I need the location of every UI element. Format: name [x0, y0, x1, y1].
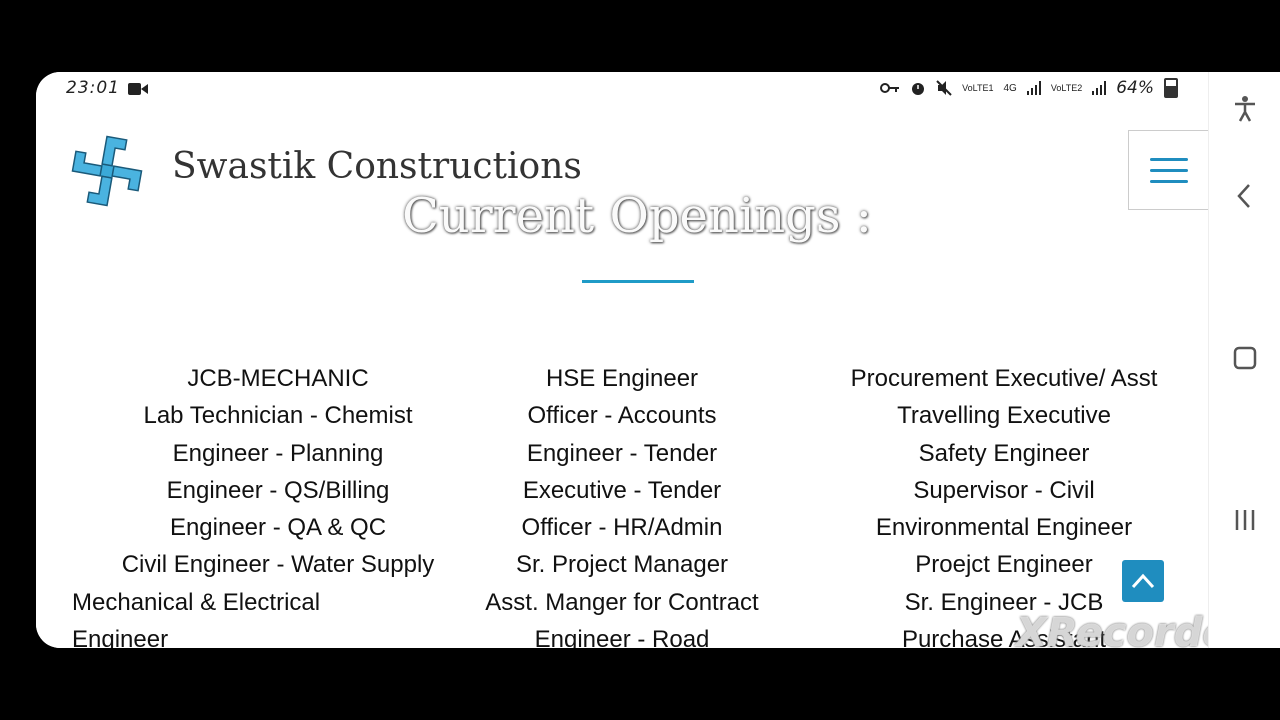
- opening-item: Engineer - Road: [534, 626, 710, 648]
- opening-item: JCB-MECHANIC: [187, 365, 369, 392]
- opening-item: Lab Technician - Chemist: [143, 402, 413, 430]
- vpn-key-icon: [880, 83, 900, 93]
- recent-apps-icon[interactable]: [1231, 506, 1259, 534]
- opening-item: Officer - HR/Admin: [521, 514, 723, 542]
- battery-icon: [1164, 78, 1178, 98]
- opening-item: Supervisor - Civil: [913, 476, 1095, 504]
- title-underline: [582, 280, 694, 283]
- opening-item: Procurement Executive/ Asst: [850, 365, 1158, 392]
- volte1-label: VoLTE1: [962, 83, 994, 93]
- accessibility-icon[interactable]: [1231, 94, 1259, 122]
- status-bar: 23:01 VoLTE1 4G VoLTE2 64%: [36, 72, 1208, 108]
- site-header: Swastik Constructions: [36, 108, 1208, 212]
- opening-item: Asst. Manger for Contract: [485, 588, 759, 616]
- menu-bar-icon: [1149, 157, 1188, 161]
- menu-bar-icon: [1149, 168, 1188, 172]
- brand-name[interactable]: Swastik Constructions: [172, 146, 582, 187]
- webpage: Current Openings : Swastik Constructions: [36, 108, 1208, 648]
- opening-item: Engineer - Planning: [172, 439, 384, 467]
- opening-item: Engineer: [72, 626, 169, 648]
- opening-item: Executive - Tender: [522, 476, 722, 504]
- openings-column-3: Procurement Executive/ Asst Travelling E…: [824, 360, 1184, 648]
- status-icons: VoLTE1 4G VoLTE2 64%: [880, 78, 1178, 98]
- screen-record-icon: [128, 83, 148, 95]
- opening-item: Safety Engineer: [918, 439, 1090, 467]
- phone-screen: 23:01 VoLTE1 4G VoLTE2 64% Current Openi…: [36, 72, 1280, 648]
- openings-column-2: HSE Engineer Officer - Accounts Engineer…: [466, 360, 778, 648]
- opening-item: HSE Engineer: [545, 365, 699, 392]
- openings-column-1: JCB-MECHANIC Lab Technician - Chemist En…: [72, 360, 484, 648]
- opening-item: Travelling Executive: [897, 402, 1111, 430]
- opening-item: Engineer - Tender: [526, 439, 718, 467]
- signal-icon: [1026, 81, 1041, 95]
- scroll-to-top-button[interactable]: [1122, 560, 1164, 602]
- opening-item: Mechanical & Electrical: [72, 588, 321, 616]
- alarm-icon: [912, 83, 925, 95]
- signal-icon-2: [1092, 81, 1107, 95]
- battery-percent: 64%: [1116, 78, 1154, 98]
- chevron-up-icon: [1131, 573, 1155, 589]
- status-time: 23:01: [66, 78, 120, 98]
- hamburger-menu-button[interactable]: [1128, 130, 1208, 210]
- opening-item: Environmental Engineer: [875, 514, 1133, 542]
- opening-item: Engineer - QS/Billing: [166, 476, 390, 504]
- menu-bar-icon: [1149, 179, 1188, 183]
- opening-item: Engineer - QA & QC: [169, 514, 387, 542]
- opening-item: Sr. Project Manager: [515, 551, 729, 579]
- system-nav-bar: [1208, 72, 1280, 648]
- opening-item: Officer - Accounts: [527, 402, 717, 430]
- network-type-label: 4G: [1003, 82, 1017, 94]
- company-logo-icon[interactable]: [66, 130, 148, 212]
- mute-icon: [936, 80, 952, 96]
- back-icon[interactable]: [1231, 182, 1259, 210]
- opening-item: Civil Engineer - Water Supply: [121, 551, 435, 579]
- home-icon[interactable]: [1231, 344, 1259, 372]
- recorder-watermark: XRecorder: [1016, 610, 1208, 648]
- volte2-label: VoLTE2: [1050, 83, 1083, 93]
